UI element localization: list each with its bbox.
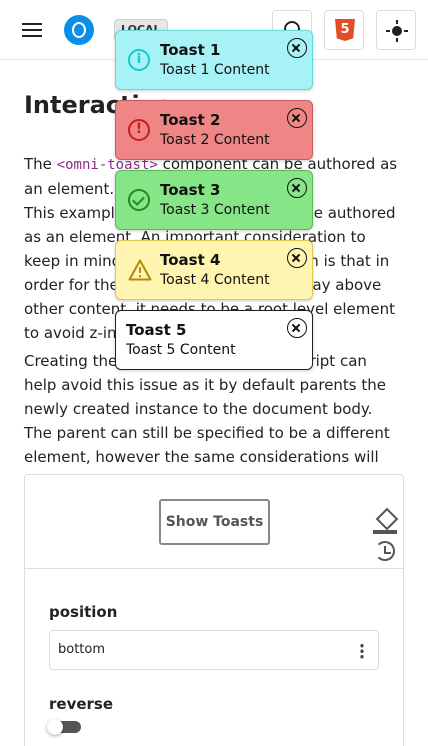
intro-start: The — [24, 155, 57, 173]
close-icon[interactable] — [287, 108, 307, 128]
info-icon — [128, 49, 150, 71]
toast-title: Toast 3 — [160, 181, 221, 199]
toast-title: Toast 2 — [160, 111, 221, 129]
position-label: position — [49, 603, 118, 621]
toast-2: Toast 2 Toast 2 Content — [115, 100, 313, 160]
show-toasts-button[interactable]: Show Toasts — [159, 499, 270, 545]
toast-content: Toast 1 Content — [160, 62, 270, 78]
toast-title: Toast 1 — [160, 41, 221, 59]
kebab-menu-icon[interactable] — [360, 643, 364, 659]
hamburger-icon[interactable] — [20, 20, 44, 40]
toast-title: Toast 5 — [126, 321, 187, 339]
javascript-paragraph: Creating the toast instance via JavaScri… — [24, 352, 390, 490]
reverse-switch[interactable] — [47, 719, 81, 735]
theme-toggle-button[interactable] — [376, 10, 416, 50]
html5-shield: 5 — [335, 19, 355, 41]
restore-icon[interactable] — [375, 541, 395, 561]
close-icon[interactable] — [287, 38, 307, 58]
close-icon[interactable] — [287, 318, 307, 338]
paint-bucket-icon[interactable] — [373, 511, 399, 534]
sun-icon — [386, 20, 408, 42]
toast-content: Toast 2 Content — [160, 132, 270, 148]
toast-content: Toast 4 Content — [160, 272, 270, 288]
toast-4: Toast 4 Toast 4 Content — [115, 240, 313, 300]
position-value: bottom — [58, 642, 106, 657]
success-icon — [128, 189, 150, 211]
toast-content: Toast 5 Content — [126, 342, 236, 358]
close-icon[interactable] — [287, 178, 307, 198]
reverse-label: reverse — [49, 695, 114, 713]
toast-title: Toast 4 — [160, 251, 221, 269]
omni-logo-icon[interactable] — [64, 15, 94, 45]
demo-panel: Show Toasts position bottom reverse — [24, 474, 404, 746]
html5-icon[interactable]: 5 — [324, 10, 364, 50]
warning-icon — [128, 259, 152, 281]
error-icon — [128, 119, 150, 141]
toast-1: Toast 1 Toast 1 Content — [115, 30, 313, 90]
toast-3: Toast 3 Toast 3 Content — [115, 170, 313, 230]
position-select[interactable]: bottom — [49, 630, 379, 670]
html5-glyph: 5 — [340, 22, 350, 37]
toast-content: Toast 3 Content — [160, 202, 270, 218]
demo-preview: Show Toasts — [25, 475, 403, 569]
close-icon[interactable] — [287, 248, 307, 268]
toast-5: Toast 5 Toast 5 Content — [115, 310, 313, 370]
